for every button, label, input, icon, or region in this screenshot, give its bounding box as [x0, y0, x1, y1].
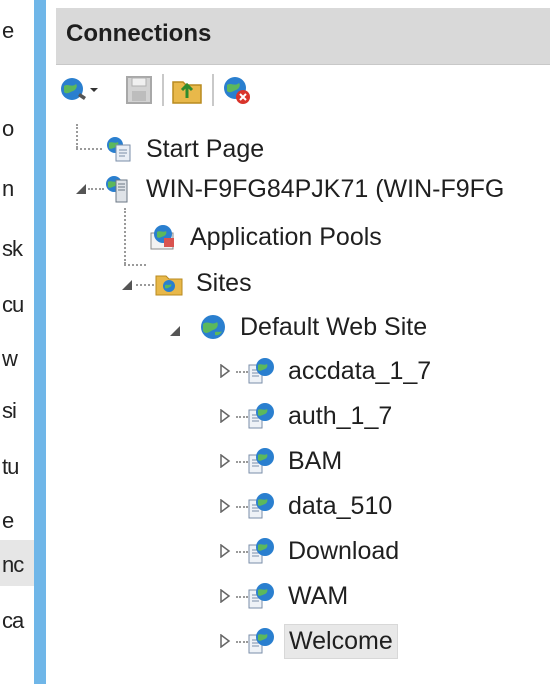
window-accent-border	[34, 0, 46, 684]
expand-arrow[interactable]	[218, 498, 232, 514]
tree-node-application[interactable]: data_510	[246, 485, 396, 527]
panel-title: Connections	[66, 20, 212, 47]
web-application-icon	[248, 493, 274, 519]
tree-node-default-web-site[interactable]: Default Web Site	[198, 306, 431, 348]
tree-node-label: accdata_1_7	[288, 356, 432, 385]
background-text-fragment: nc	[2, 552, 24, 577]
disconnect-icon	[224, 77, 250, 104]
website-globe-icon	[201, 315, 225, 339]
sites-folder-icon	[155, 275, 183, 296]
tree-node-label: auth_1_7	[288, 401, 393, 430]
disconnect-button[interactable]	[220, 74, 254, 106]
background-window-strip: e o n sk cu w si tu e nc ca	[0, 0, 34, 684]
expand-arrow[interactable]	[218, 543, 232, 559]
expand-arrow[interactable]	[218, 408, 232, 424]
background-text-fragment: sk	[2, 236, 23, 261]
tree-node-label: Start Page	[146, 134, 265, 163]
save-button[interactable]	[122, 74, 156, 106]
web-application-icon	[248, 448, 274, 474]
background-text-fragment: o	[2, 116, 14, 141]
tree-node-application[interactable]: accdata_1_7	[246, 350, 435, 392]
tree-node-label: Default Web Site	[240, 312, 428, 341]
tree-node-application[interactable]: Welcome	[246, 620, 398, 662]
background-text-fragment: e	[2, 18, 14, 43]
server-icon	[106, 176, 128, 203]
tree-node-label: Application Pools	[190, 222, 382, 251]
background-text-fragment: si	[2, 398, 17, 423]
connections-toolbar	[56, 64, 550, 116]
tree-node-application-pools[interactable]: Application Pools	[148, 216, 386, 258]
connections-panel: Connections Start Page WIN-F9FG84PJK71 (…	[46, 0, 550, 684]
tree-node-label: Welcome	[284, 623, 398, 659]
tree-node-label: Download	[288, 536, 400, 565]
background-text-fragment: ca	[2, 608, 24, 633]
background-text-fragment: tu	[2, 454, 19, 479]
collapse-arrow[interactable]	[120, 278, 134, 292]
web-application-icon	[248, 403, 274, 429]
expand-arrow[interactable]	[218, 453, 232, 469]
tree-node-label: WAM	[288, 581, 349, 610]
tree-node-label: Sites	[196, 268, 252, 297]
connections-header: Connections	[56, 8, 550, 65]
web-application-icon	[248, 358, 274, 384]
background-text-fragment: n	[2, 176, 14, 201]
toolbar-separator	[162, 74, 164, 106]
tree-node-application[interactable]: auth_1_7	[246, 395, 396, 437]
application-pools-icon	[150, 225, 174, 250]
toolbar-separator	[212, 74, 214, 106]
web-application-icon	[248, 583, 274, 609]
background-text-fragment: w	[2, 346, 18, 371]
web-application-icon	[248, 538, 274, 564]
background-text-fragment: e	[2, 508, 14, 533]
tree-node-sites[interactable]: Sites	[154, 262, 256, 304]
connect-icon	[61, 78, 98, 100]
tree-node-application[interactable]: BAM	[246, 440, 346, 482]
save-icon	[126, 76, 152, 104]
collapse-arrow[interactable]	[74, 182, 88, 196]
tree-node-application[interactable]: WAM	[246, 575, 352, 617]
collapse-arrow[interactable]	[168, 324, 182, 338]
expand-arrow[interactable]	[218, 588, 232, 604]
up-folder-icon	[172, 81, 202, 104]
start-page-icon	[107, 137, 131, 162]
background-text-fragment: cu	[2, 292, 24, 317]
tree-node-label: WIN-F9FG84PJK71 (WIN-F9FG	[146, 174, 505, 203]
tree-node-server[interactable]: WIN-F9FG84PJK71 (WIN-F9FG	[104, 168, 508, 210]
up-folder-button[interactable]	[170, 74, 204, 106]
tree-node-application[interactable]: Download	[246, 530, 403, 572]
web-application-icon	[248, 628, 274, 654]
tree-node-start-page[interactable]: Start Page	[104, 128, 268, 170]
expand-arrow[interactable]	[218, 363, 232, 379]
connect-button[interactable]	[58, 74, 108, 106]
tree-node-label: data_510	[288, 491, 393, 520]
tree-node-label: BAM	[288, 446, 343, 475]
expand-arrow[interactable]	[218, 633, 232, 649]
